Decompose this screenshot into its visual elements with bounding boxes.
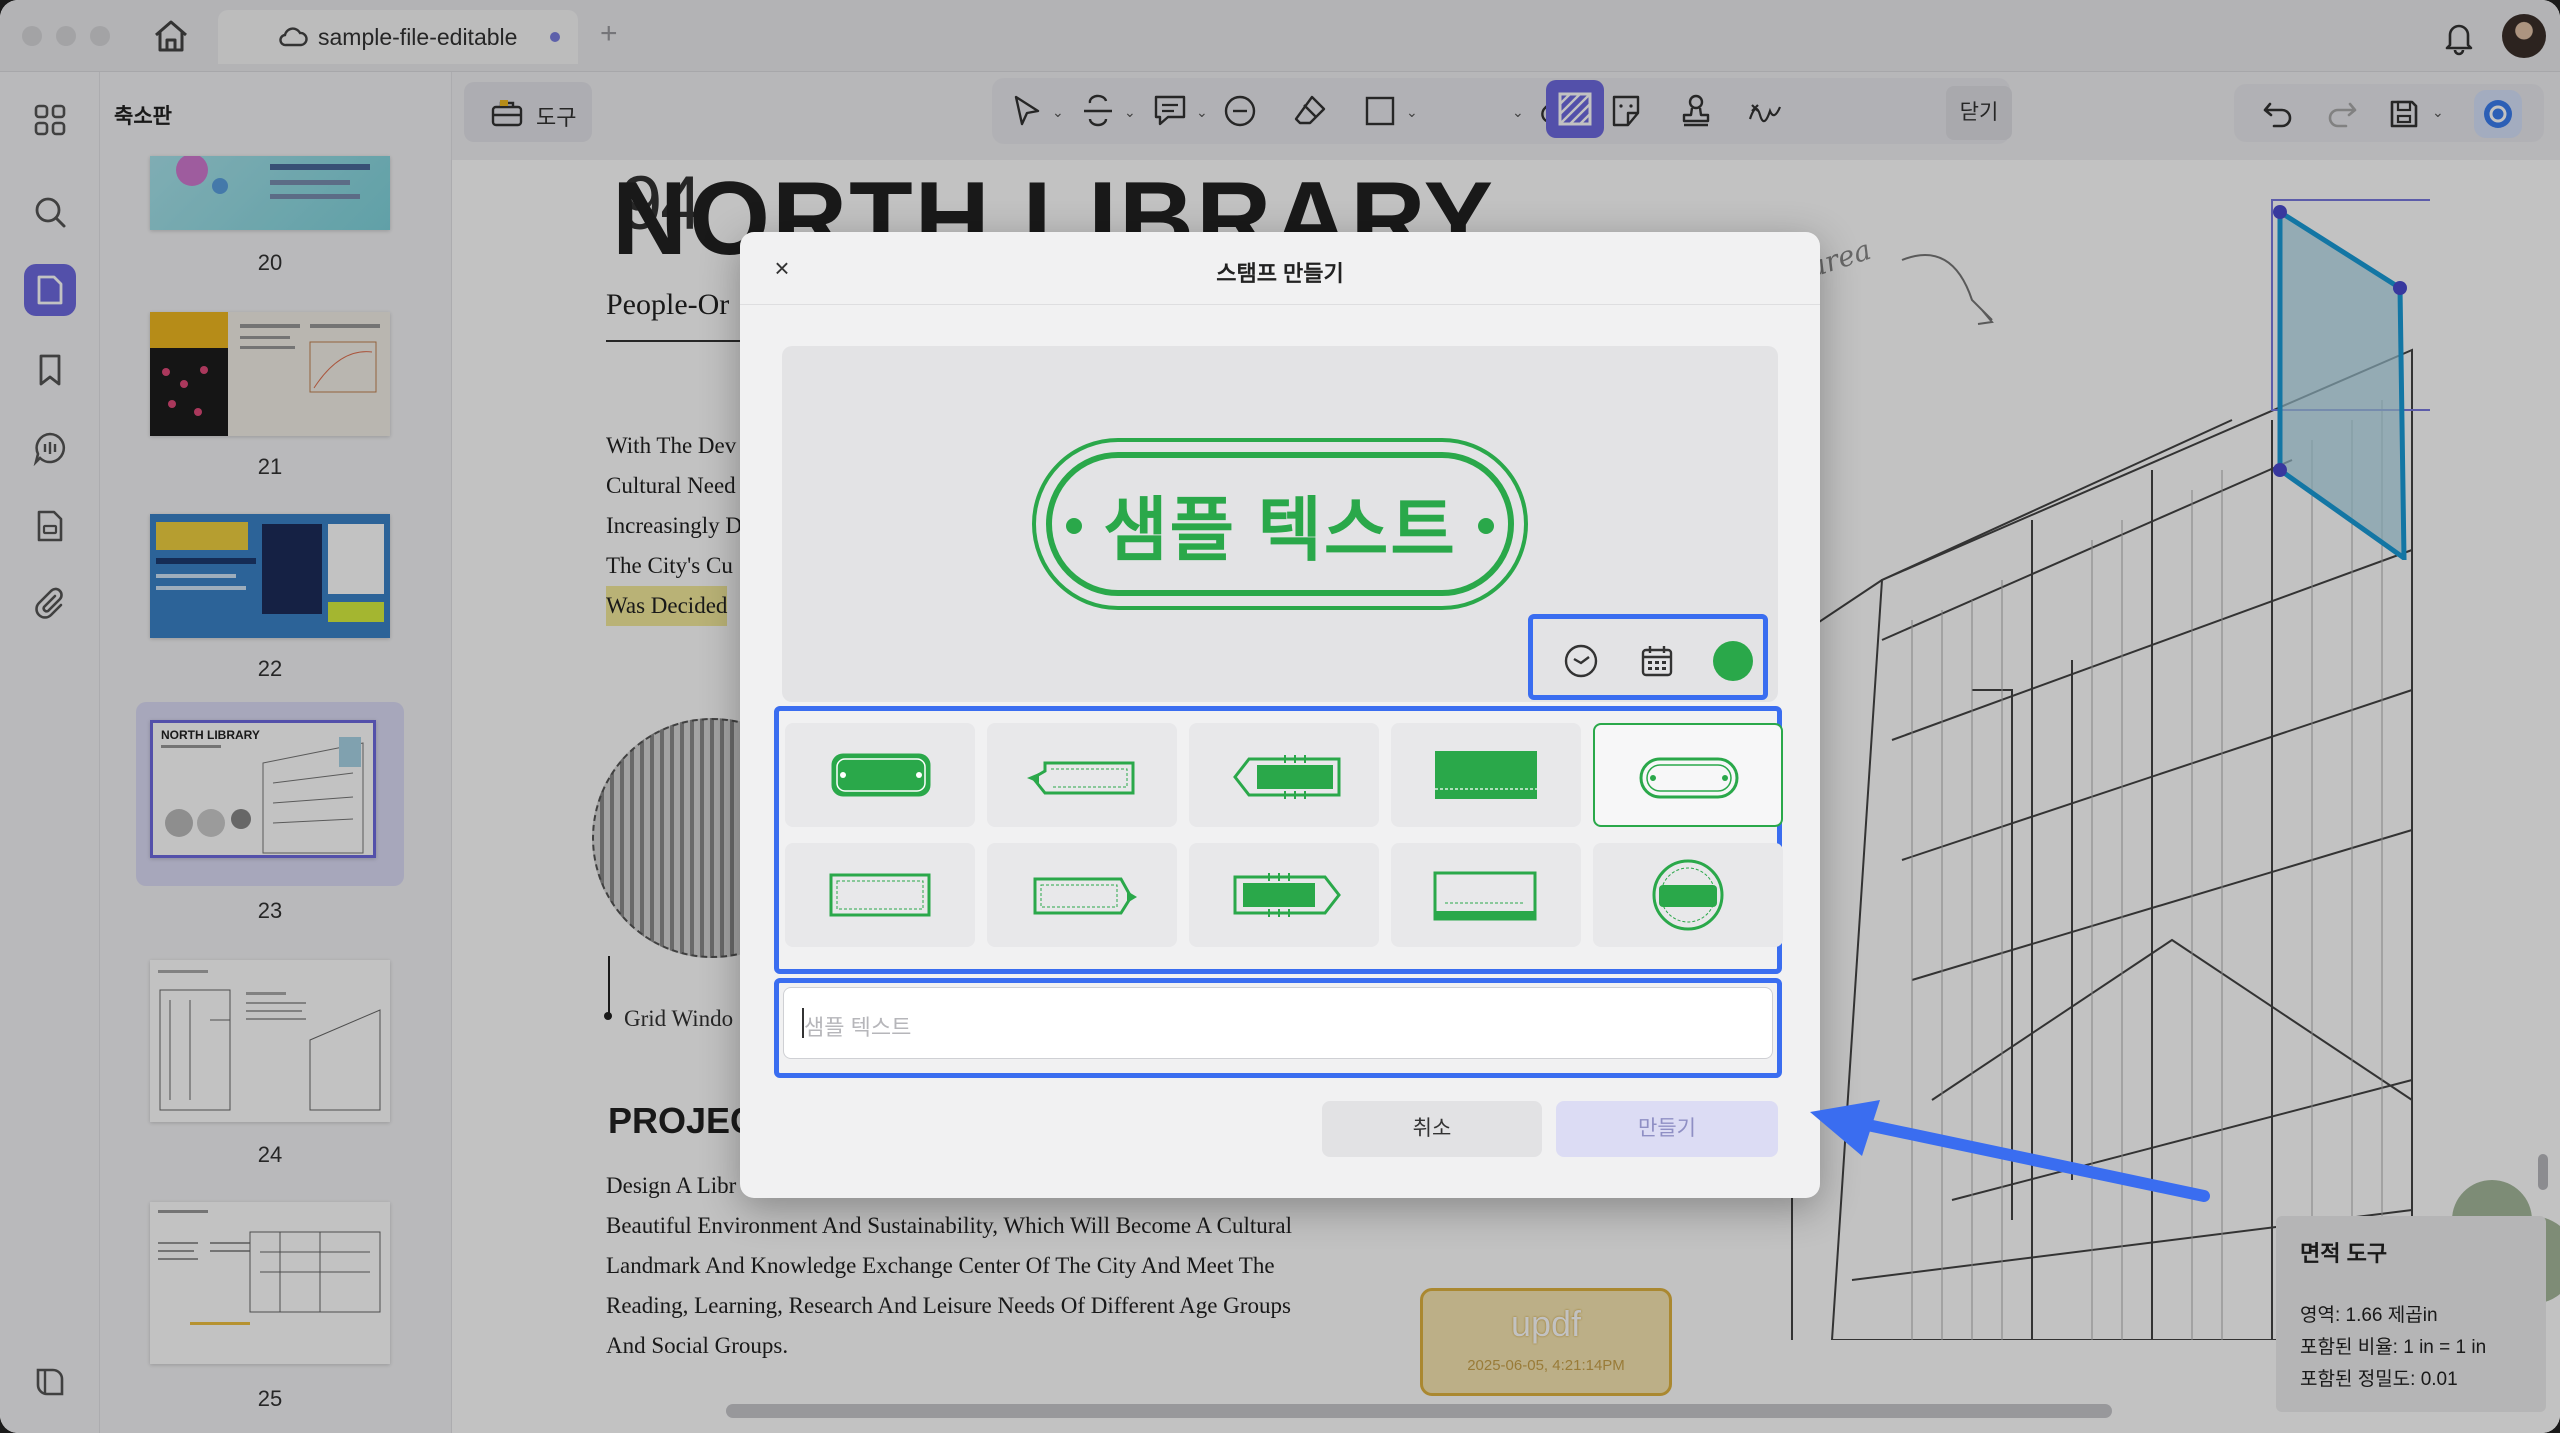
stamp-text-input-wrapper: 샘플 텍스트 (774, 978, 1782, 1078)
stamp-color-swatch[interactable] (1713, 641, 1753, 681)
text-caret (802, 1008, 804, 1038)
stamp-preview: 샘플 텍스트 (1032, 438, 1528, 610)
stamp-template-7[interactable] (987, 843, 1177, 947)
stamp-options-bar (1528, 614, 1768, 700)
dialog-title: 스탬프 만들기 (1216, 261, 1344, 286)
calendar-icon[interactable] (1637, 641, 1677, 681)
create-button[interactable]: 만들기 (1556, 1101, 1778, 1157)
stamp-preview-text: 샘플 텍스트 (1103, 490, 1457, 569)
stamp-template-grid (774, 706, 1783, 974)
stamp-template-4[interactable] (1391, 723, 1581, 827)
stamp-text-placeholder: 샘플 텍스트 (804, 1015, 912, 1040)
app-window: sample-file-editable + 축소판 20 21 22 NORT… (0, 0, 2560, 1433)
stamp-template-6[interactable] (785, 843, 975, 947)
stamp-template-3[interactable] (1189, 723, 1379, 827)
stamp-template-5-selected[interactable] (1593, 723, 1783, 827)
stamp-dot-left (1066, 518, 1082, 534)
clock-icon[interactable] (1561, 641, 1601, 681)
stamp-template-1[interactable] (785, 723, 975, 827)
stamp-text-input[interactable]: 샘플 텍스트 (783, 987, 1773, 1059)
dialog-divider (740, 304, 1820, 305)
stamp-template-2[interactable] (987, 723, 1177, 827)
cancel-button[interactable]: 취소 (1322, 1101, 1542, 1157)
stamp-template-8[interactable] (1189, 843, 1379, 947)
stamp-template-9[interactable] (1391, 843, 1581, 947)
stamp-dot-right (1478, 518, 1494, 534)
pointer-arrow-annotation (1810, 1100, 2210, 1202)
stamp-template-10[interactable] (1593, 843, 1783, 947)
